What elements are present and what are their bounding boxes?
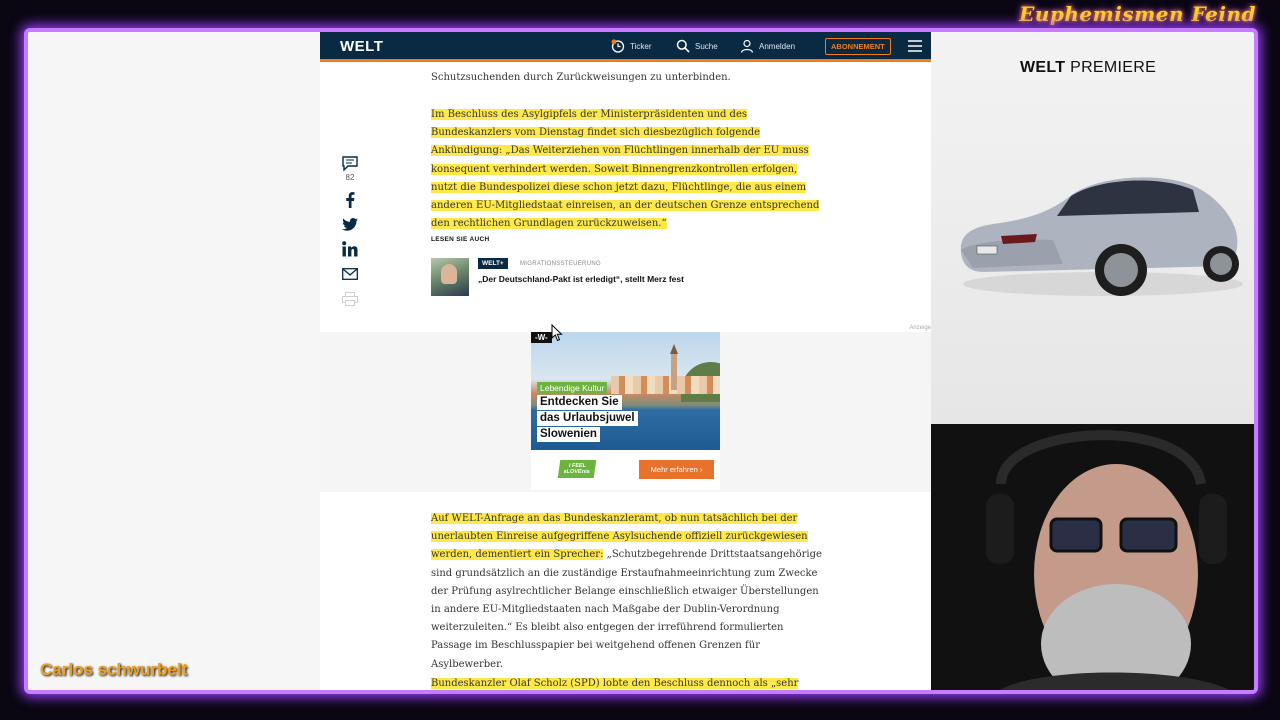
login-link[interactable]: Anmelden (740, 39, 795, 53)
article-paragraph-2: Auf WELT-Anfrage an das Bundeskanzleramt… (431, 510, 823, 674)
welt-plus-badge: WELT+ (478, 258, 508, 269)
related-article-thumbnail[interactable] (431, 258, 469, 296)
webcam-feed (931, 424, 1254, 690)
facebook-icon[interactable] (345, 192, 355, 208)
linkedin-icon[interactable] (342, 241, 358, 257)
highlighted-paragraph-start: Bundeskanzler Olaf Scholz (SPD) lobte de… (431, 678, 799, 689)
ticker-clock-icon (611, 39, 625, 53)
twitter-icon[interactable] (342, 218, 358, 231)
ad-town-shape (611, 376, 720, 394)
ad-headline-line-3: Slowenien (537, 427, 600, 442)
comment-count: 82 (345, 173, 355, 182)
search-label: Suche (695, 41, 718, 51)
print-icon[interactable] (342, 292, 358, 306)
page-left-gutter (28, 32, 320, 690)
stream-frame: WELT Ticker Suche Anmelden ABONNEMENT Sc… (24, 28, 1258, 694)
mouse-cursor-icon (551, 324, 563, 342)
highlighted-quote: Im Beschluss des Asylgipfels der Ministe… (431, 109, 820, 230)
hamburger-menu-icon[interactable] (908, 40, 922, 52)
ad-w-badge: -W- (531, 332, 552, 343)
ad-headline-line-1: Entdecken Sie (537, 395, 622, 410)
ad-bell-tower-shape (670, 344, 678, 390)
related-section-label: LESEN SIE AUCH (431, 236, 490, 243)
article-intro-text: Schutzsuchenden durch Zurückweisungen zu… (431, 72, 731, 83)
ad-more-info-button[interactable]: Mehr erfahren › (639, 460, 714, 479)
article-paragraph-1: Im Beschluss des Asylgipfels der Ministe… (431, 106, 823, 233)
subscribe-button[interactable]: ABONNEMENT (825, 38, 891, 55)
related-article-kicker: MIGRATIONSSTEUERUNG (520, 261, 601, 267)
car-illustration (960, 177, 1243, 296)
related-article-title[interactable]: „Der Deutschland-Pakt ist erledigt“, ste… (478, 274, 684, 284)
search-link[interactable]: Suche (676, 39, 718, 53)
ticker-link[interactable]: Ticker (611, 39, 651, 53)
channel-logo: Euphemismen Feind (1019, 2, 1256, 26)
email-icon[interactable] (342, 268, 358, 280)
spokesperson-quote: „Schutzbegehrende Drittstaatsangehörige … (431, 549, 822, 670)
welt-premiere-logo: WELT PREMIERE (1020, 59, 1156, 77)
premiere-logo-light: PREMIERE (1070, 59, 1157, 76)
article-column: WELT Ticker Suche Anmelden ABONNEMENT Sc… (320, 32, 931, 690)
ad-footer: I FEEL sLOVEnia Mehr erfahren › (531, 450, 720, 490)
ad-headline-line-2: das Urlaubsjuwel (537, 411, 638, 426)
login-label: Anmelden (759, 41, 796, 51)
streamer-caption: Carlos schwurbelt (40, 660, 188, 679)
welt-logo[interactable]: WELT (340, 38, 383, 55)
ad-label: Anzeige (909, 325, 931, 331)
feel-slovenia-logo: I FEEL sLOVEnia (557, 460, 597, 478)
ad-tagline: Lebendige Kultur (537, 382, 608, 394)
right-panel: WELT PREMIERE (931, 32, 1254, 690)
site-header: WELT Ticker Suche Anmelden ABONNEMENT (320, 32, 931, 62)
welt-premiere-ad[interactable]: WELT PREMIERE (931, 32, 1254, 424)
ticker-label: Ticker (630, 41, 652, 51)
user-icon (740, 39, 754, 53)
premiere-logo-bold: WELT (1020, 59, 1066, 76)
search-icon (676, 39, 690, 53)
slovenia-ad-banner[interactable]: -W- Lebendige Kultur Entdecken Sie das U… (531, 332, 720, 450)
share-rail: 82 (338, 156, 362, 306)
comment-icon[interactable] (342, 156, 358, 171)
article-paragraph-3: Bundeskanzler Olaf Scholz (SPD) lobte de… (431, 675, 823, 690)
